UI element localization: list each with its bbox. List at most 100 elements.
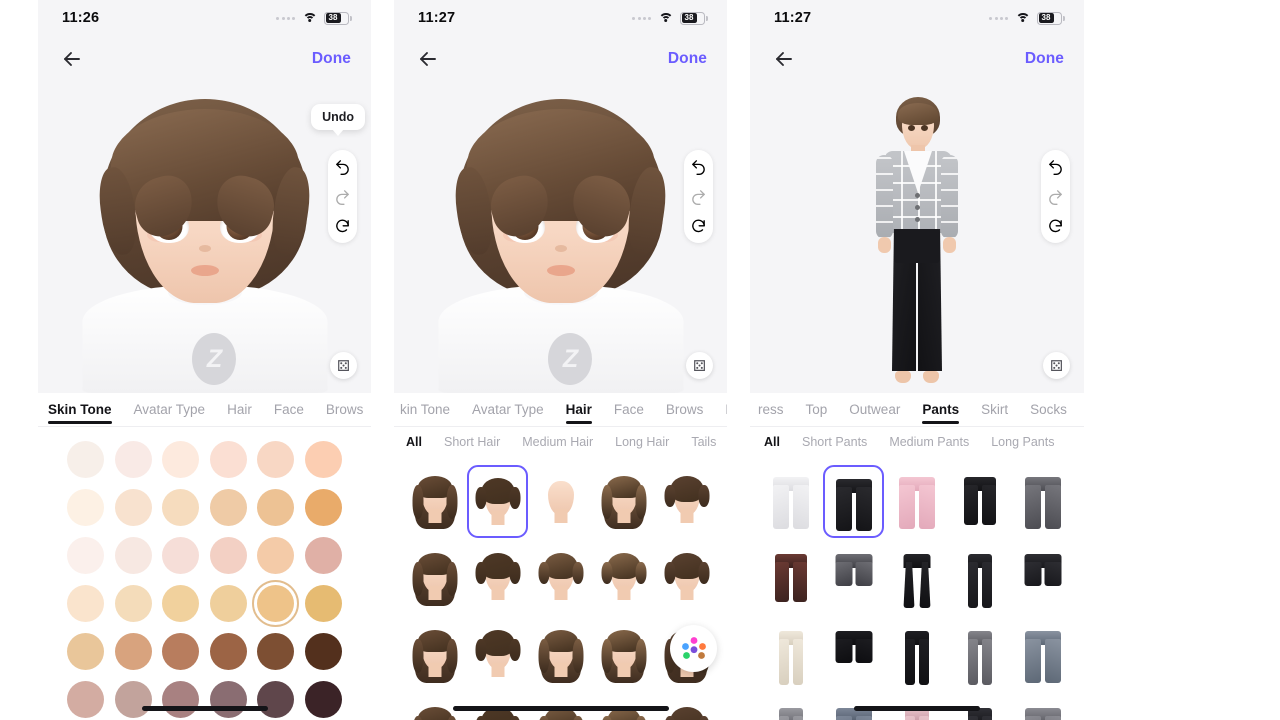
skin-tone-swatch[interactable] [67, 489, 105, 526]
reset-icon[interactable] [690, 218, 707, 235]
tab-brows[interactable]: Brows [326, 402, 364, 426]
skin-tone-swatch[interactable] [304, 585, 342, 622]
skin-tone-swatch[interactable] [114, 633, 152, 670]
pants-item[interactable] [760, 542, 822, 615]
skin-tone-swatch[interactable] [67, 441, 105, 478]
hair-item[interactable] [593, 542, 654, 615]
subtab-all[interactable]: All [764, 435, 780, 449]
tab-pants[interactable]: Pants [922, 402, 959, 426]
skin-tone-swatch[interactable] [209, 441, 247, 478]
hair-item[interactable] [530, 465, 591, 538]
hair-item[interactable] [530, 542, 591, 615]
tab-hair[interactable]: Hair [565, 402, 593, 426]
color-picker-button[interactable] [670, 625, 717, 672]
done-button[interactable]: Done [1025, 50, 1064, 68]
pants-item[interactable] [823, 542, 885, 615]
pants-item[interactable] [760, 619, 822, 692]
pants-item[interactable] [760, 465, 822, 538]
skin-tone-swatch[interactable] [257, 441, 295, 478]
done-button[interactable]: Done [668, 50, 707, 68]
skin-tone-swatch[interactable] [114, 537, 152, 574]
tab-outwear[interactable]: Outwear [849, 402, 900, 426]
pants-item[interactable] [886, 465, 948, 538]
subtab-tails[interactable]: Tails [691, 435, 716, 449]
skin-tone-swatch[interactable] [162, 633, 200, 670]
hair-item[interactable] [593, 619, 654, 692]
tab-eyes[interactable]: Eyes [725, 402, 727, 426]
reset-icon[interactable] [1047, 218, 1064, 235]
skin-tone-swatch[interactable] [304, 537, 342, 574]
pants-item[interactable] [1012, 542, 1074, 615]
tab-avatar-type[interactable]: Avatar Type [134, 402, 206, 426]
tab-face[interactable]: Face [274, 402, 304, 426]
skin-tone-swatch[interactable] [114, 441, 152, 478]
pants-item[interactable] [886, 542, 948, 615]
tab-socks[interactable]: Socks [1030, 402, 1067, 426]
back-arrow-icon[interactable] [416, 47, 440, 71]
hair-item[interactable] [404, 619, 465, 692]
skin-tone-swatch[interactable] [114, 681, 152, 718]
hair-item[interactable] [404, 542, 465, 615]
skin-tone-swatch[interactable] [114, 585, 152, 622]
tab-face[interactable]: Face [614, 402, 644, 426]
randomize-dice-button[interactable]: ⚄ [686, 352, 713, 379]
pants-item[interactable] [949, 619, 1011, 692]
hair-item[interactable] [593, 465, 654, 538]
skin-tone-swatch[interactable] [67, 585, 105, 622]
skin-tone-swatch[interactable] [162, 585, 200, 622]
hair-item[interactable] [656, 465, 717, 538]
done-button[interactable]: Done [312, 50, 351, 68]
skin-tone-swatch[interactable] [209, 681, 247, 718]
skin-tone-swatch[interactable] [209, 537, 247, 574]
skin-tone-swatch[interactable] [67, 537, 105, 574]
undo-icon[interactable] [1047, 158, 1064, 175]
hair-item[interactable] [467, 542, 528, 615]
tab-kin-tone[interactable]: kin Tone [400, 402, 450, 426]
subtab-long-hair[interactable]: Long Hair [615, 435, 669, 449]
skin-tone-swatch[interactable] [67, 633, 105, 670]
back-arrow-icon[interactable] [60, 47, 84, 71]
tab-skin-tone[interactable]: Skin Tone [48, 402, 112, 426]
skin-tone-swatch[interactable] [252, 580, 300, 627]
skin-tone-swatch[interactable] [209, 489, 247, 526]
hair-item[interactable] [467, 465, 528, 538]
hair-item[interactable] [467, 619, 528, 692]
pants-item[interactable] [949, 542, 1011, 615]
pants-item[interactable] [823, 619, 885, 692]
skin-tone-swatch[interactable] [257, 633, 295, 670]
randomize-dice-button[interactable]: ⚄ [1043, 352, 1070, 379]
skin-tone-swatch[interactable] [209, 585, 247, 622]
pants-item[interactable] [760, 696, 822, 720]
skin-tone-swatch[interactable] [67, 681, 105, 718]
skin-tone-swatch[interactable] [162, 489, 200, 526]
skin-tone-swatch[interactable] [162, 441, 200, 478]
tab-top[interactable]: Top [806, 402, 828, 426]
subtab-short-hair[interactable]: Short Hair [444, 435, 500, 449]
hair-item[interactable] [404, 465, 465, 538]
pants-item[interactable] [823, 465, 885, 538]
skin-tone-swatch[interactable] [114, 489, 152, 526]
randomize-dice-button[interactable]: ⚄ [330, 352, 357, 379]
subtab-medium-hair[interactable]: Medium Hair [522, 435, 593, 449]
pants-item[interactable] [949, 465, 1011, 538]
skin-tone-swatch[interactable] [304, 681, 342, 718]
subtab-all[interactable]: All [406, 435, 422, 449]
subtab-short-pants[interactable]: Short Pants [802, 435, 867, 449]
undo-icon[interactable] [690, 158, 707, 175]
skin-tone-swatch[interactable] [304, 489, 342, 526]
subtab-long-pants[interactable]: Long Pants [991, 435, 1054, 449]
tab-skirt[interactable]: Skirt [981, 402, 1008, 426]
tab-brows[interactable]: Brows [666, 402, 704, 426]
tab-ress[interactable]: ress [758, 402, 784, 426]
undo-icon[interactable] [334, 158, 351, 175]
tab-hair[interactable]: Hair [227, 402, 252, 426]
skin-tone-swatch[interactable] [257, 681, 295, 718]
subtab-medium-pants[interactable]: Medium Pants [889, 435, 969, 449]
pants-item[interactable] [1012, 696, 1074, 720]
skin-tone-swatch[interactable] [304, 633, 342, 670]
hair-item[interactable] [530, 619, 591, 692]
back-arrow-icon[interactable] [772, 47, 796, 71]
pants-item[interactable] [886, 619, 948, 692]
skin-tone-swatch[interactable] [257, 537, 295, 574]
skin-tone-swatch[interactable] [209, 633, 247, 670]
